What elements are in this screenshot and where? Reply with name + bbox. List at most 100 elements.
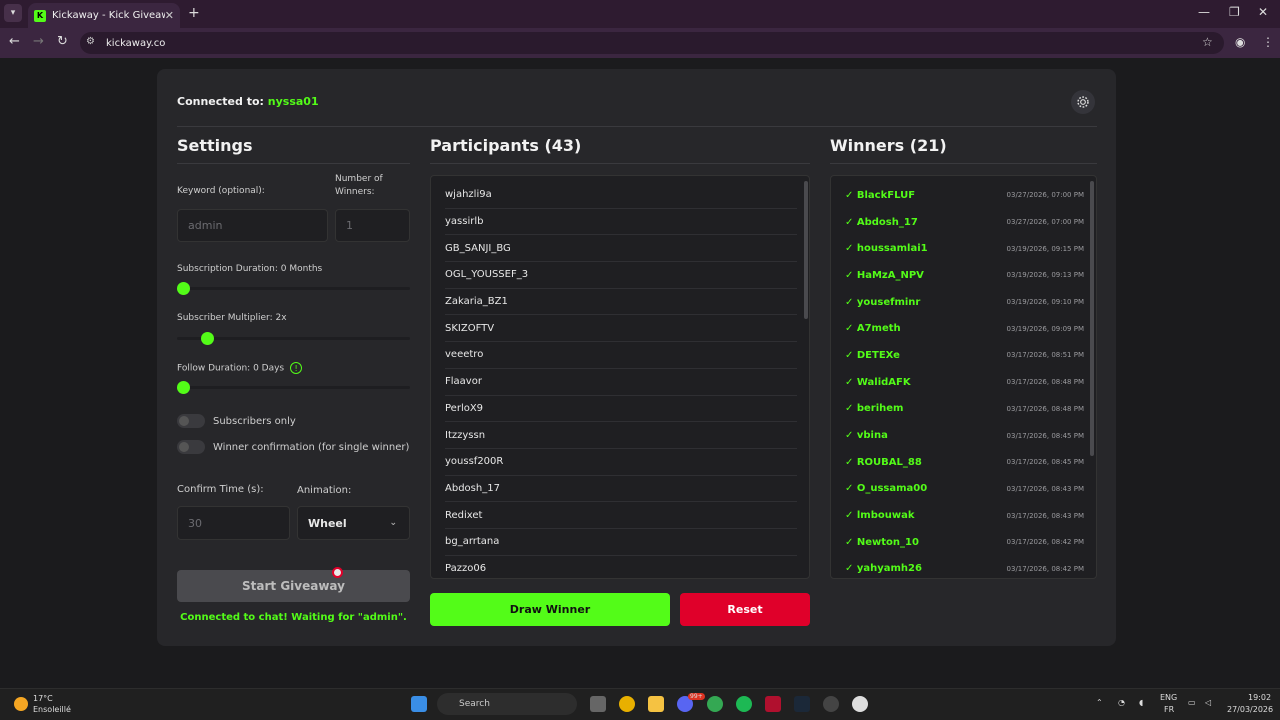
chrome-icon[interactable] [619, 696, 635, 712]
bookmark-star-icon[interactable]: ☆ [1202, 35, 1213, 49]
winner-name: ✓ yousefminr [845, 296, 921, 308]
participant-name: Zakaria_BZ1 [445, 296, 508, 308]
settings-title: Settings [177, 136, 253, 155]
winner-date: 03/19/2026, 09:13 PM [1006, 271, 1084, 280]
weather-sun-icon[interactable] [14, 697, 28, 711]
participant-row: Pazzo06 [445, 556, 797, 578]
lang-eng[interactable]: ENG [1160, 693, 1177, 702]
participant-name: Flaavor [445, 376, 482, 388]
winners-count-input[interactable]: 1 [335, 209, 410, 242]
winners-scrollbar[interactable] [1090, 181, 1094, 456]
start-giveaway-button[interactable]: Start Giveaway [177, 570, 410, 602]
maximize-icon[interactable]: ❐ [1229, 5, 1240, 19]
animation-select[interactable]: Wheel ⌄ [297, 506, 410, 540]
address-bar[interactable]: kickaway.co [80, 32, 1224, 54]
tray-expand-icon[interactable]: ⌃ [1096, 698, 1103, 707]
volume-icon[interactable]: ◁ [1205, 698, 1211, 707]
follow-duration-slider[interactable] [177, 386, 410, 389]
weather-temp: 17°C [33, 694, 53, 703]
winner-date: 03/19/2026, 09:15 PM [1006, 244, 1084, 253]
chat-status-text: Connected to chat! Waiting for "admin". [180, 612, 407, 623]
app-gauge-icon[interactable] [823, 696, 839, 712]
confirm-time-label: Confirm Time (s): [177, 484, 264, 495]
participant-row: veeetro [445, 342, 797, 369]
windows-start-icon[interactable] [411, 696, 427, 712]
header-divider [177, 126, 1097, 127]
clock-time[interactable]: 19:02 [1248, 693, 1271, 702]
winner-name: ✓ berihem [845, 403, 904, 415]
subscribers-only-label: Subscribers only [213, 416, 296, 427]
back-icon[interactable]: ← [9, 34, 20, 49]
draw-winner-button[interactable]: Draw Winner [430, 593, 670, 626]
participant-name: SKIZOFTV [445, 322, 495, 334]
url-text: kickaway.co [106, 37, 166, 49]
follow-duration-knob[interactable] [177, 381, 190, 394]
winner-row: ✓ vbina 03/17/2026, 08:45 PM [845, 422, 1084, 449]
keyword-input[interactable]: admin [177, 209, 328, 242]
winner-date: 03/27/2026, 07:00 PM [1006, 218, 1084, 227]
mic-icon[interactable]: ◖ [1139, 698, 1143, 707]
headset-icon[interactable]: ◔ [1118, 698, 1125, 707]
sub-multiplier-label: Subscriber Multiplier: 2x [177, 313, 287, 323]
task-view-icon[interactable] [590, 696, 606, 712]
winners-list[interactable]: ✓ BlackFLUF 03/27/2026, 07:00 PM ✓ Abdosh_… [830, 175, 1097, 579]
reset-label: Reset [727, 603, 763, 616]
profile-icon[interactable]: ◉ [1235, 35, 1245, 49]
weather-desc: Ensoleillé [33, 705, 71, 714]
connected-label: Connected to: [177, 95, 264, 108]
sub-duration-slider[interactable] [177, 287, 410, 290]
settings-gear-button[interactable] [1071, 90, 1095, 114]
winner-date: 03/17/2026, 08:42 PM [1006, 538, 1084, 547]
winner-name: ✓ BlackFLUF [845, 189, 916, 201]
file-explorer-icon[interactable] [648, 696, 664, 712]
chrome-profile-icon[interactable] [707, 696, 723, 712]
taskbar-search-text: Search [459, 699, 490, 709]
close-window-icon[interactable]: ✕ [1258, 5, 1268, 19]
info-icon[interactable]: ! [290, 362, 303, 374]
sub-duration-knob[interactable] [177, 282, 190, 295]
site-info-icon[interactable]: ⚙ [86, 36, 95, 47]
channel-name: nyssa01 [267, 95, 319, 108]
participants-scrollbar[interactable] [804, 181, 808, 319]
steam-icon[interactable] [794, 696, 810, 712]
animation-selected: Wheel [308, 516, 347, 530]
winner-date: 03/17/2026, 08:45 PM [1006, 458, 1084, 467]
reload-icon[interactable]: ↻ [57, 34, 68, 49]
new-tab-icon[interactable]: + [188, 5, 200, 21]
tab-list-icon[interactable]: ▾ [4, 4, 22, 22]
participant-row: youssf200R [445, 449, 797, 476]
network-icon[interactable]: ▭ [1188, 698, 1196, 707]
minimize-icon[interactable]: — [1198, 5, 1210, 19]
winner-date: 03/17/2026, 08:43 PM [1006, 484, 1084, 493]
close-tab-icon[interactable]: ✕ [165, 9, 174, 22]
participant-row: OGL_YOUSSEF_3 [445, 262, 797, 289]
participants-list[interactable]: wjahzli9a yassirlb GB_SANJI_BG OGL_YOUSSEF_… [430, 175, 810, 579]
reset-button[interactable]: Reset [680, 593, 810, 626]
participant-row: Flaavor [445, 369, 797, 396]
confirm-time-input[interactable]: 30 [177, 506, 290, 540]
app-clock-icon[interactable] [852, 696, 868, 712]
menu-icon[interactable]: ⋮ [1262, 35, 1274, 49]
winner-name: ✓ WalidAFK [845, 376, 911, 388]
forward-icon[interactable]: → [33, 34, 44, 49]
sub-multiplier-knob[interactable] [201, 332, 214, 345]
follow-duration-label: Follow Duration: 0 Days! [177, 362, 303, 374]
subscribers-only-toggle[interactable] [177, 414, 205, 428]
clock-date[interactable]: 27/03/2026 [1227, 705, 1273, 714]
participant-name: youssf200R [445, 456, 504, 468]
lang-fr[interactable]: FR [1164, 705, 1174, 714]
spotify-icon[interactable] [736, 696, 752, 712]
winners-title: Winners (21) [830, 136, 947, 155]
winner-confirmation-toggle[interactable] [177, 440, 205, 454]
browser-tab[interactable]: K Kickaway - Kick Giveaway Tool ✕ [28, 3, 180, 28]
connection-status: Connected to: nyssa01 [177, 95, 319, 108]
taskbar-search[interactable]: Search [437, 693, 577, 715]
winners-divider [830, 163, 1097, 164]
winner-date: 03/17/2026, 08:51 PM [1006, 351, 1084, 360]
winner-row: ✓ WalidAFK 03/17/2026, 08:48 PM [845, 369, 1084, 396]
confirm-time-placeholder: 30 [188, 516, 202, 530]
app-a-icon[interactable] [765, 696, 781, 712]
participant-row: Zakaria_BZ1 [445, 289, 797, 316]
winner-row: ✓ HaMzA_NPV 03/19/2026, 09:13 PM [845, 262, 1084, 289]
winners-count-placeholder: 1 [346, 219, 353, 232]
